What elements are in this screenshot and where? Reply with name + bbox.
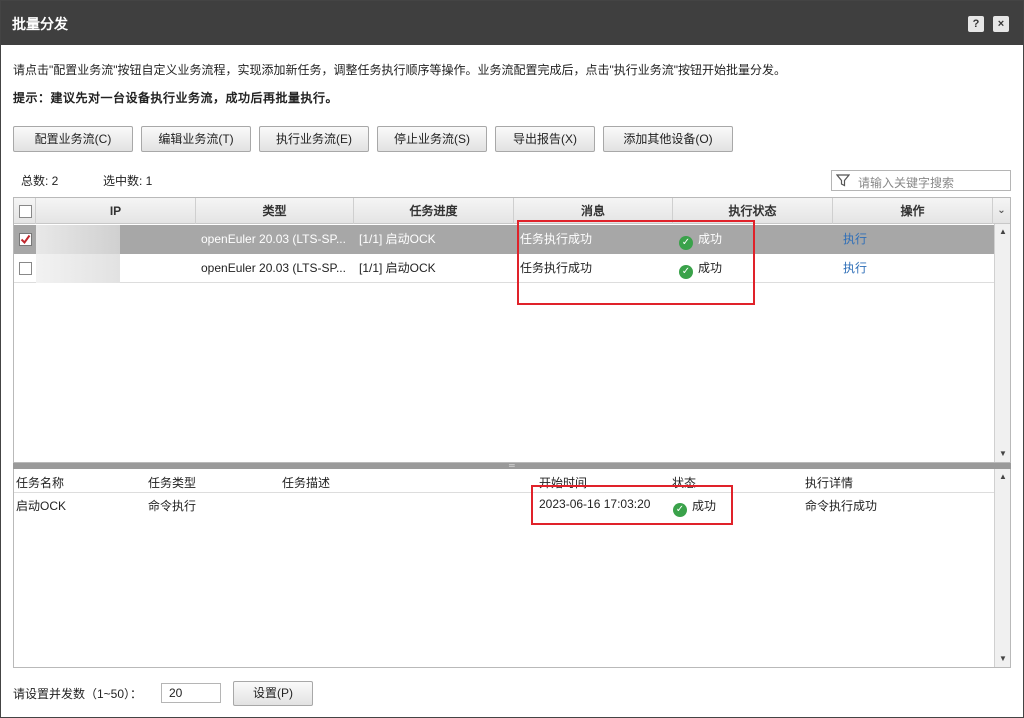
check-icon <box>20 234 31 245</box>
task-table-scrollbar[interactable]: ▲ ▼ <box>994 469 1010 667</box>
column-header-progress[interactable]: 任务进度 <box>354 198 514 224</box>
edit-workflow-button[interactable]: 编辑业务流(T) <box>141 126 251 152</box>
select-all-checkbox[interactable] <box>19 205 32 218</box>
run-workflow-button[interactable]: 执行业务流(E) <box>259 126 369 152</box>
batch-distribute-dialog: 批量分发 ? × 请点击"配置业务流"按钮自定义业务流程，实现添加新任务，调整任… <box>0 0 1024 718</box>
concurrency-input[interactable]: 20 <box>161 683 221 703</box>
scroll-down-icon[interactable]: ▼ <box>995 651 1010 667</box>
run-link[interactable]: 执行 <box>843 254 903 283</box>
device-table: IP 类型 任务进度 消息 执行状态 操作 ⌄ openEuler 20.03 … <box>13 197 1011 463</box>
column-header-detail[interactable]: 执行详情 <box>805 474 853 491</box>
stop-workflow-button[interactable]: 停止业务流(S) <box>377 126 487 152</box>
table-row[interactable]: openEuler 20.03 (LTS-SP... [1/1] 启动OCK 任… <box>14 225 994 254</box>
device-table-scrollbar[interactable]: ▲ ▼ <box>994 224 1010 462</box>
column-header-task-desc[interactable]: 任务描述 <box>282 474 330 491</box>
hint-text: 提示：建议先对一台设备执行业务流，成功后再批量执行。 <box>13 91 339 105</box>
search-field[interactable]: 请输入关键字搜索 <box>831 170 1011 191</box>
scroll-down-icon[interactable]: ▼ <box>995 446 1010 462</box>
help-button[interactable]: ? <box>968 16 984 32</box>
select-all-cell <box>14 198 36 224</box>
add-other-device-button[interactable]: 添加其他设备(O) <box>603 126 733 152</box>
task-table-header: 任务名称 任务类型 任务描述 开始时间 状态 执行详情 <box>14 469 994 493</box>
task-name-cell: 启动OCK <box>16 499 67 513</box>
detail-cell: 命令执行成功 <box>805 499 878 513</box>
ip-cell-blurred <box>36 225 120 254</box>
row-checkbox[interactable] <box>19 262 32 275</box>
config-workflow-button[interactable]: 配置业务流(C) <box>13 126 133 152</box>
set-button[interactable]: 设置(P) <box>233 681 313 706</box>
type-cell: openEuler 20.03 (LTS-SP... <box>201 261 346 275</box>
selected-count: 选中数: 1 <box>103 174 153 188</box>
title-bar: 批量分发 ? × <box>1 1 1023 45</box>
highlight-box <box>517 220 755 305</box>
search-input[interactable]: 请输入关键字搜索 <box>858 174 954 191</box>
column-menu-icon[interactable]: ⌄ <box>993 198 1010 224</box>
highlight-box <box>531 485 733 525</box>
concurrency-label: 请设置并发数（1~50）： <box>13 687 143 701</box>
column-header-action[interactable]: 操作 <box>833 198 993 224</box>
progress-cell: [1/1] 启动OCK <box>359 261 436 275</box>
column-header-task-type[interactable]: 任务类型 <box>148 474 196 491</box>
row-checkbox[interactable] <box>19 233 32 246</box>
filter-icon <box>836 174 850 187</box>
column-header-ip[interactable]: IP <box>36 198 196 224</box>
close-button[interactable]: × <box>993 16 1009 32</box>
type-cell: openEuler 20.03 (LTS-SP... <box>201 232 346 246</box>
description-text: 请点击"配置业务流"按钮自定义业务流程，实现添加新任务，调整任务执行顺序等操作。… <box>13 63 787 77</box>
task-table: 任务名称 任务类型 任务描述 开始时间 状态 执行详情 启动OCK 命令执行 2… <box>13 469 1011 668</box>
device-table-header: IP 类型 任务进度 消息 执行状态 操作 ⌄ <box>14 198 1010 224</box>
run-link[interactable]: 执行 <box>843 225 903 254</box>
dialog-title: 批量分发 <box>12 16 68 32</box>
column-header-type[interactable]: 类型 <box>196 198 354 224</box>
scroll-up-icon[interactable]: ▲ <box>995 469 1010 485</box>
table-row[interactable]: openEuler 20.03 (LTS-SP... [1/1] 启动OCK 任… <box>14 254 994 283</box>
total-count: 总数: 2 <box>21 174 59 188</box>
progress-cell: [1/1] 启动OCK <box>359 232 436 246</box>
task-type-cell: 命令执行 <box>148 499 197 513</box>
column-header-task-name[interactable]: 任务名称 <box>16 474 64 491</box>
ip-cell-blurred <box>36 254 120 283</box>
export-report-button[interactable]: 导出报告(X) <box>495 126 595 152</box>
scroll-up-icon[interactable]: ▲ <box>995 224 1010 240</box>
